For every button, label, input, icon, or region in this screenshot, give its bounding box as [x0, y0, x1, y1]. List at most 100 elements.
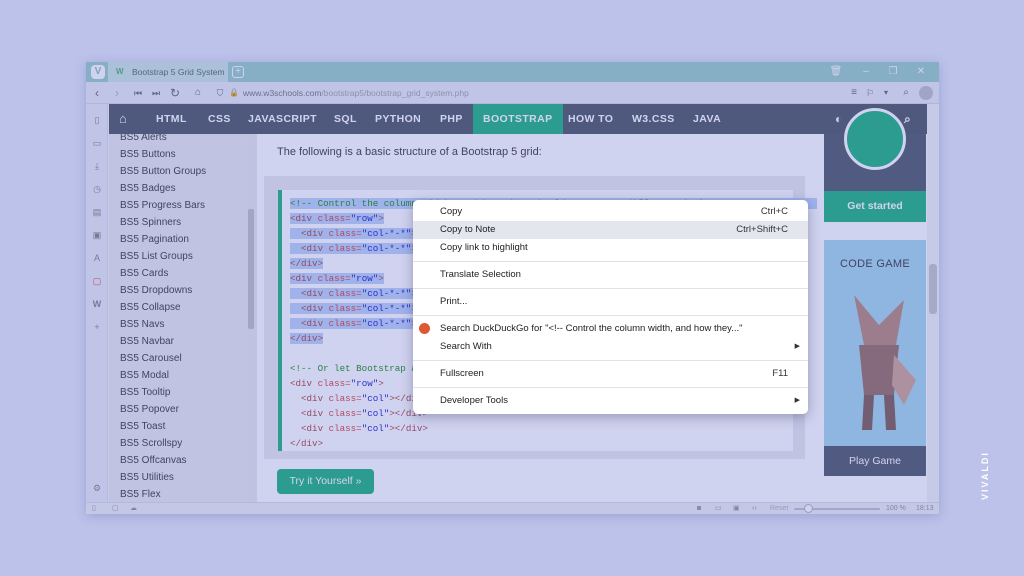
sidebar-item[interactable]: BS5 Navs [120, 318, 164, 331]
add-web-panel-icon[interactable]: + [91, 321, 103, 333]
nav-javascript[interactable]: JAVASCRIPT [248, 104, 317, 134]
profile-avatar[interactable] [919, 86, 933, 100]
cloud-sync-icon[interactable]: ☁ [130, 504, 137, 514]
sidebar-item[interactable]: BS5 Dropdowns [120, 284, 192, 297]
nav-bootstrap[interactable]: BOOTSTRAP [473, 104, 563, 134]
search-icon[interactable]: ⌕ [904, 104, 911, 134]
rewind-icon[interactable]: ⏮ [130, 85, 146, 101]
page-actions-icon[interactable]: ‹› [752, 504, 757, 514]
menu-item-label: Copy [440, 206, 463, 217]
menu-item-label: Print... [440, 296, 468, 307]
forward-icon[interactable]: › [109, 85, 125, 101]
menu-item-label: Developer Tools [440, 395, 508, 406]
sidebar-item[interactable]: BS5 Utilities [120, 471, 174, 484]
sidebar-scrollbar-thumb[interactable] [248, 209, 254, 329]
menu-item-copy-to-note[interactable]: Copy to Note Ctrl+Shift+C [413, 221, 808, 239]
sidebar-item[interactable]: BS5 Tooltip [120, 386, 170, 399]
search-icon[interactable]: ⌕ [898, 85, 914, 101]
chevron-down-icon[interactable]: ▾ [878, 85, 894, 101]
sidebar-item[interactable]: BS5 Cards [120, 267, 168, 280]
trash-icon[interactable]: 🗑 [828, 64, 844, 80]
shortcut: Ctrl+Shift+C [736, 224, 788, 235]
reader-view-icon[interactable]: ≡ [846, 85, 862, 101]
back-icon[interactable]: ‹ [89, 85, 105, 101]
nav-html[interactable]: HTML [156, 104, 187, 134]
settings-gear-icon[interactable]: ⚙ [91, 482, 103, 494]
nav-python[interactable]: PYTHON [375, 104, 421, 134]
new-tab-button[interactable]: + [232, 66, 244, 78]
menu-item-copy[interactable]: Copy Ctrl+C [413, 203, 808, 221]
sidebar-item[interactable]: BS5 Spinners [120, 216, 181, 229]
close-button[interactable]: ✕ [913, 64, 929, 80]
image-toggle-icon[interactable]: ▣ [733, 504, 740, 514]
tiling-icon[interactable]: ▭ [715, 504, 722, 514]
sidebar-item[interactable]: BS5 Progress Bars [120, 199, 205, 212]
sidebar-item[interactable]: BS5 Collapse [120, 301, 181, 314]
menu-item-fullscreen[interactable]: Fullscreen F11 [413, 365, 808, 383]
sidebar-item[interactable]: BS5 Badges [120, 182, 176, 195]
home-icon[interactable]: ⌂ [190, 85, 206, 101]
downloads-icon[interactable]: ⤓ [91, 160, 103, 172]
reload-icon[interactable]: ↻ [167, 85, 183, 101]
sidebar-item[interactable]: BS5 Toast [120, 420, 165, 433]
sidebar-item[interactable]: BS5 Pagination [120, 233, 189, 246]
minimize-button[interactable]: – [858, 64, 874, 80]
nav-w3css[interactable]: W3.CSS [632, 104, 675, 134]
home-icon[interactable]: ⌂ [119, 104, 127, 134]
tab-tiling-icon[interactable]: ▢ [112, 504, 119, 514]
history-icon[interactable]: ◷ [91, 183, 103, 195]
certificate-ad[interactable] [824, 108, 926, 191]
reading-list-icon[interactable]: ▭ [91, 137, 103, 149]
w3schools-favicon-icon: W [116, 67, 124, 76]
url-field[interactable]: www.w3schools.com/bootstrap5/bootstrap_g… [243, 86, 469, 100]
get-started-button[interactable]: Get started [824, 191, 926, 222]
nav-sql[interactable]: SQL [334, 104, 357, 134]
notes-icon[interactable]: ▤ [91, 206, 103, 218]
panel-toggle-icon[interactable]: ▯ [92, 504, 96, 514]
nav-how-to[interactable]: HOW TO [568, 104, 613, 134]
nav-css[interactable]: CSS [208, 104, 231, 134]
menu-item-developer-tools[interactable]: Developer Tools ▶ [413, 392, 808, 410]
zoom-slider-handle[interactable] [804, 504, 813, 513]
side-panel: ▯ ▭ ⤓ ◷ ▤ ▣ A ▢ W + ⚙ [86, 104, 108, 502]
sidebar-item[interactable]: BS5 Popover [120, 403, 179, 416]
menu-item-search-duckduckgo[interactable]: Search DuckDuckGo for "<!-- Control the … [413, 320, 808, 338]
menu-item-print[interactable]: Print... [413, 293, 808, 311]
bookmarks-panel-icon[interactable]: ▯ [91, 114, 103, 126]
capture-icon[interactable]: ◙ [697, 504, 701, 514]
w3-top-nav: ⌂ HTML CSS JAVASCRIPT SQL PYTHON PHP BOO… [109, 104, 927, 134]
menu-item-label: Fullscreen [440, 368, 484, 379]
shortcut: F11 [772, 368, 788, 379]
sidebar-item[interactable]: BS5 Modal [120, 369, 169, 382]
tab-active[interactable]: W Bootstrap 5 Grid System [108, 62, 228, 82]
nav-java[interactable]: JAVA [693, 104, 721, 134]
sidebar-item[interactable]: BS5 Offcanvas [120, 454, 187, 467]
try-it-yourself-button[interactable]: Try it Yourself » [277, 469, 374, 494]
play-game-button[interactable]: Play Game [824, 446, 926, 476]
dark-mode-icon[interactable]: ◐ [835, 104, 843, 134]
vivaldi-menu-icon[interactable]: V [91, 65, 105, 79]
page-scrollbar-thumb[interactable] [929, 264, 937, 314]
window-panel-icon[interactable]: ▣ [91, 229, 103, 241]
code-game-ad[interactable]: CODE GAME [824, 240, 926, 476]
menu-item-translate-selection[interactable]: Translate Selection [413, 266, 808, 284]
bookmark-icon[interactable]: ⚐ [862, 85, 878, 101]
sidebar-item[interactable]: BS5 Navbar [120, 335, 174, 348]
sidebar-item[interactable]: BS5 Button Groups [120, 165, 206, 178]
sidebar-item[interactable]: BS5 Flex [120, 488, 161, 501]
code-line: </div> [290, 438, 324, 449]
sidebar-item[interactable]: BS5 Carousel [120, 352, 182, 365]
fast-forward-icon[interactable]: ⏭ [148, 85, 164, 101]
nav-php[interactable]: PHP [440, 104, 463, 134]
vivaldi-social-icon[interactable]: ▢ [91, 275, 103, 287]
menu-item-search-with[interactable]: Search With ▶ [413, 338, 808, 356]
zoom-reset-button[interactable]: Reset [770, 504, 788, 514]
sidebar-item[interactable]: BS5 Scrollspy [120, 437, 182, 450]
sidebar-item[interactable]: BS5 Buttons [120, 148, 176, 161]
sidebar-item[interactable]: BS5 List Groups [120, 250, 193, 263]
menu-item-copy-link-to-highlight[interactable]: Copy link to highlight [413, 239, 808, 257]
wikipedia-icon[interactable]: W [91, 298, 103, 310]
sidebar-item[interactable]: BS5 Alerts [120, 134, 167, 144]
translate-icon[interactable]: A [91, 252, 103, 264]
maximize-button[interactable]: ❐ [885, 64, 901, 80]
